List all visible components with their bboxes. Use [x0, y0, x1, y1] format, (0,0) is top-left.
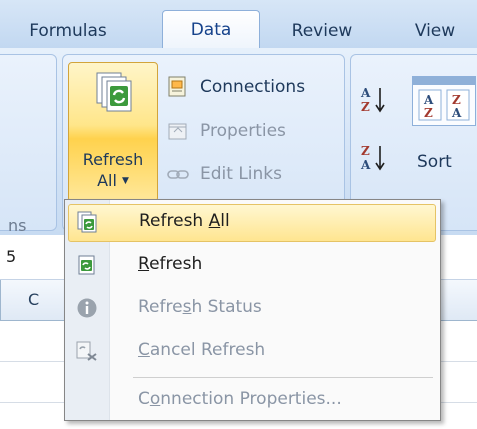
tab-review[interactable]: Review — [272, 14, 372, 48]
refresh-all-label-line2: All ▼ — [97, 171, 129, 190]
edit-links-button[interactable]: Edit Links — [166, 159, 316, 189]
column-header-c[interactable]: C — [28, 290, 39, 309]
menu-item-label: Refresh Status — [138, 297, 262, 317]
sort-dialog-icon: A Z Z A — [413, 77, 475, 121]
svg-text:Z: Z — [452, 93, 461, 107]
refresh-all-label-line1: Refresh — [82, 150, 144, 169]
column-separator — [0, 280, 1, 320]
svg-text:A: A — [423, 93, 434, 107]
sort-a-to-z-icon: A Z — [360, 86, 385, 114]
svg-text:A: A — [360, 158, 371, 172]
menu-separator — [133, 377, 433, 378]
connections-button[interactable]: Connections — [166, 72, 338, 102]
menu-item-refresh[interactable]: Refresh — [65, 245, 440, 285]
menu-item-refresh-status[interactable]: Refresh Status — [65, 288, 440, 328]
properties-icon — [168, 123, 187, 140]
menu-item-cancel-refresh[interactable]: Cancel Refresh — [65, 331, 440, 371]
edit-links-label: Edit Links — [200, 164, 282, 184]
ribbon-group-external-data — [0, 54, 57, 231]
sort-dialog-button[interactable]: A Z Z A — [412, 76, 476, 126]
menu-item-label: Cancel Refresh — [138, 340, 266, 360]
menu-item-label: Refresh — [138, 254, 203, 274]
svg-text:Z: Z — [361, 144, 370, 158]
svg-text:Z: Z — [361, 100, 370, 114]
menu-item-refresh-all[interactable]: Refresh All — [68, 204, 436, 242]
refresh-icon — [78, 255, 95, 275]
refresh-all-label: Refresh All ▼ — [69, 149, 157, 192]
svg-text:Z: Z — [424, 106, 433, 120]
tab-formulas[interactable]: Formulas — [12, 14, 124, 48]
svg-text:A: A — [451, 106, 462, 120]
tab-data[interactable]: Data — [162, 10, 260, 50]
refresh-all-button[interactable]: Refresh All ▼ — [68, 62, 158, 202]
properties-button[interactable]: Properties — [166, 116, 316, 146]
sort-descending-button[interactable]: Z A — [360, 142, 390, 176]
connections-label: Connections — [200, 77, 306, 97]
tab-view[interactable]: View — [400, 14, 470, 48]
menu-item-label: Connection Properties... — [138, 389, 342, 409]
refresh-all-icon — [96, 72, 132, 112]
info-icon — [77, 298, 97, 318]
refresh-all-icon — [77, 211, 97, 233]
sort-label: Sort — [417, 152, 452, 172]
refresh-dropdown-menu: Refresh All Refresh Refresh Status Cance… — [64, 199, 441, 421]
sort-ascending-button[interactable]: A Z — [360, 84, 390, 118]
properties-label: Properties — [200, 121, 286, 141]
menu-item-label: Refresh All — [139, 211, 230, 231]
menu-item-connection-properties[interactable]: Connection Properties... — [65, 380, 440, 420]
cancel-refresh-icon — [76, 341, 97, 361]
connections-icon — [168, 76, 186, 97]
group-partial-label: ns — [8, 216, 27, 235]
dropdown-arrow-icon: ▼ — [122, 176, 129, 186]
chain-link-icon — [167, 170, 189, 179]
ribbon-tab-bar: Formulas Data Review View — [0, 0, 477, 50]
svg-text:A: A — [360, 86, 371, 100]
sort-z-to-a-icon: Z A — [360, 144, 385, 172]
name-box-fragment[interactable]: 5 — [6, 247, 16, 266]
